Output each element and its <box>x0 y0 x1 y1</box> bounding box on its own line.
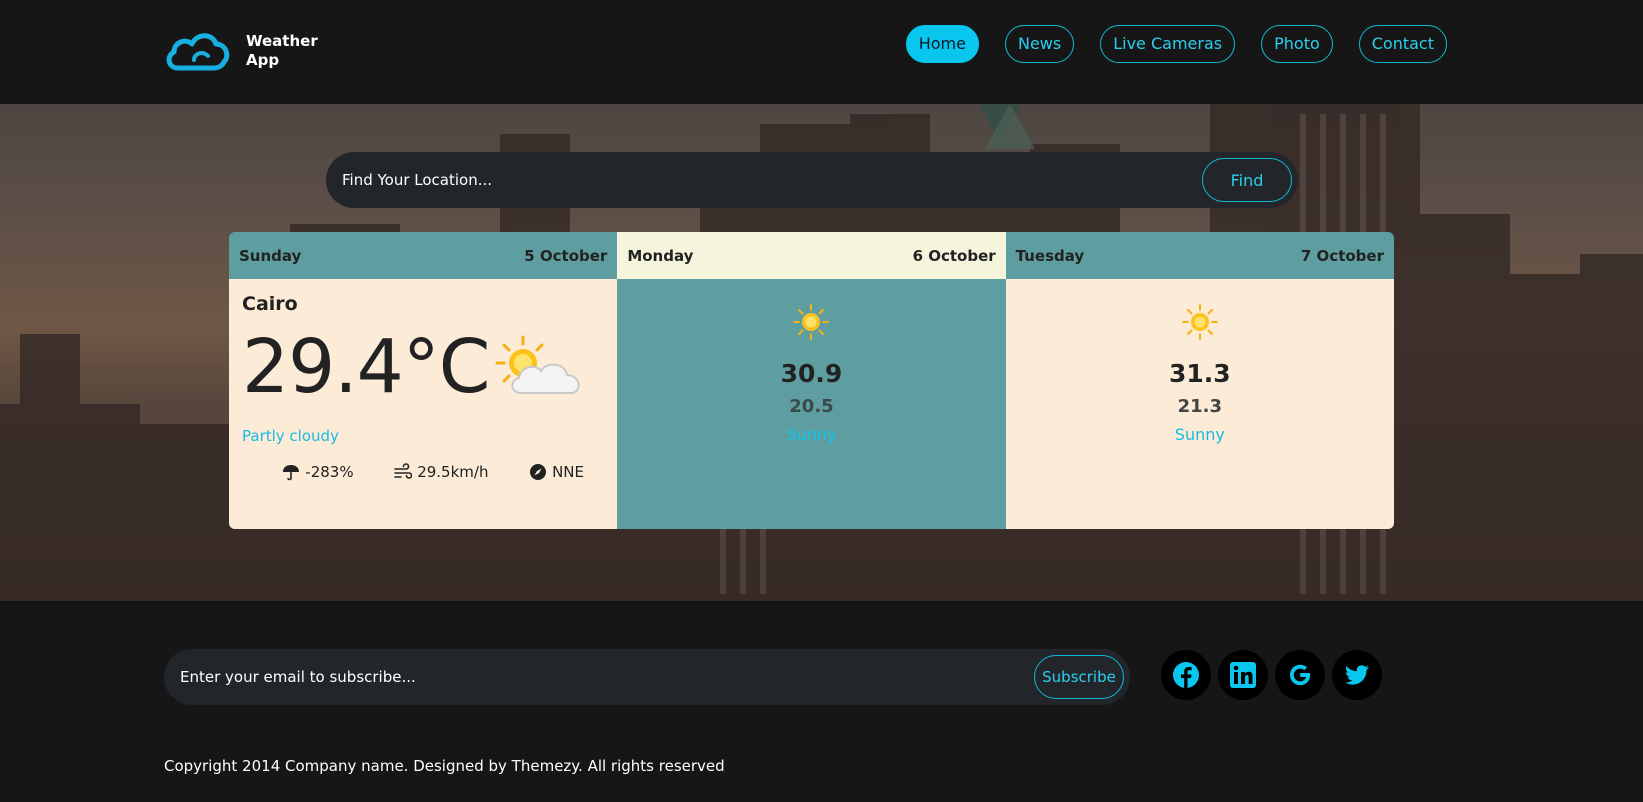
max-temperature: 30.9 <box>780 359 843 388</box>
linkedin-link[interactable] <box>1218 650 1268 700</box>
condition-text: Sunny <box>1174 425 1225 444</box>
app-title: Weather App <box>246 32 318 70</box>
day-date: 7 October <box>1300 246 1384 265</box>
forecast-day-3-header: Tuesday 7 October <box>1005 232 1394 279</box>
partly-cloudy-icon <box>495 335 581 394</box>
forecast-panel: Sunday 5 October Cairo 29.4°C Partly clo… <box>229 232 1394 529</box>
forecast-today-body: Cairo 29.4°C Partly cloudy -283% 29.5km/… <box>229 279 618 529</box>
nav-live-cameras[interactable]: Live Cameras <box>1100 25 1236 63</box>
site-header: Weather App Home News Live Cameras Photo… <box>0 0 1643 104</box>
app-title-line2: App <box>246 51 280 69</box>
twitter-icon <box>1345 665 1369 685</box>
forecast-day-3-body: 31.3 21.3 Sunny <box>1005 279 1394 529</box>
sun-icon <box>1181 304 1218 340</box>
cloud-logo-icon <box>166 33 230 71</box>
direction-value: NNE <box>552 463 584 481</box>
nav-home[interactable]: Home <box>905 25 979 63</box>
social-links <box>1161 650 1382 700</box>
main-nav: Home News Live Cameras Photo Contact <box>905 25 1447 63</box>
day-name: Sunday <box>239 246 302 265</box>
google-icon <box>1290 664 1311 686</box>
location-search-bar: Find <box>326 152 1298 208</box>
wind-stat: 29.5km/h <box>394 463 488 481</box>
city-name: Cairo <box>242 293 298 315</box>
min-temperature: 20.5 <box>789 396 834 417</box>
wind-icon <box>394 463 413 479</box>
current-condition: Partly cloudy <box>242 427 339 445</box>
current-temperature-row: 29.4°C <box>242 327 604 407</box>
nav-news[interactable]: News <box>1004 25 1075 63</box>
weather-stats: -283% 29.5km/h NNE <box>242 463 604 481</box>
condition-text: Sunny <box>786 425 837 444</box>
rain-stat: -283% <box>282 463 354 481</box>
facebook-icon <box>1173 662 1199 688</box>
email-subscribe-input[interactable] <box>164 668 1034 686</box>
logo[interactable]: Weather App <box>164 30 318 72</box>
hero-section: Find Sunday 5 October Cairo 29.4°C <box>0 104 1643 601</box>
twitter-link[interactable] <box>1332 650 1382 700</box>
forecast-today-header: Sunday 5 October <box>229 232 618 279</box>
rain-value: -283% <box>305 463 354 481</box>
subscribe-button[interactable]: Subscribe <box>1034 655 1124 699</box>
current-temperature: 29.4°C <box>242 324 490 410</box>
day-date: 5 October <box>524 246 608 265</box>
nav-contact[interactable]: Contact <box>1358 25 1447 63</box>
linkedin-icon <box>1230 662 1256 688</box>
forecast-day-2-header: Monday 6 October <box>617 232 1006 279</box>
wind-value: 29.5km/h <box>417 463 489 481</box>
forecast-today: Sunday 5 October Cairo 29.4°C Partly clo… <box>229 232 618 529</box>
nav-photo[interactable]: Photo <box>1261 25 1333 63</box>
sun-icon <box>793 304 830 340</box>
copyright-text: Copyright 2014 Company name. Designed by… <box>164 757 725 775</box>
location-search-input[interactable] <box>326 171 1202 189</box>
max-temperature: 31.3 <box>1168 359 1231 388</box>
day-name: Tuesday <box>1015 246 1085 265</box>
forecast-day-3: Tuesday 7 October 31.3 21.3 Sunny <box>1005 232 1394 529</box>
google-link[interactable] <box>1275 650 1325 700</box>
forecast-day-2-body: 30.9 20.5 Sunny <box>617 279 1006 529</box>
day-date: 6 October <box>912 246 996 265</box>
compass-icon <box>530 464 547 480</box>
day-name: Monday <box>627 246 694 265</box>
facebook-link[interactable] <box>1161 650 1211 700</box>
direction-stat: NNE <box>529 463 584 481</box>
app-title-line1: Weather <box>246 32 318 50</box>
find-button[interactable]: Find <box>1202 158 1292 202</box>
umbrella-icon <box>283 465 300 481</box>
forecast-day-2: Monday 6 October 30.9 20.5 Sunny <box>617 232 1006 529</box>
site-footer: Subscribe Copyright 2 <box>0 601 1643 802</box>
subscribe-form: Subscribe <box>164 649 1130 705</box>
min-temperature: 21.3 <box>1177 396 1223 417</box>
